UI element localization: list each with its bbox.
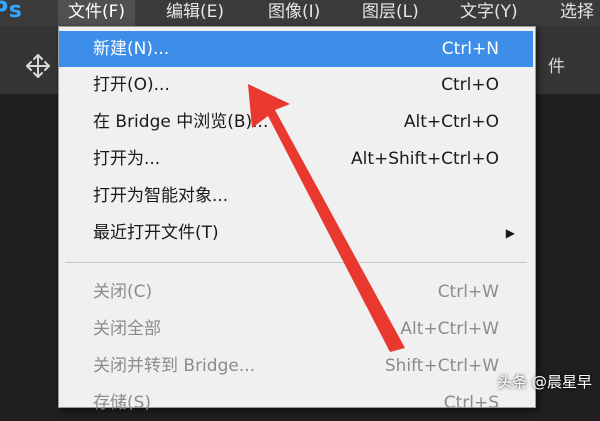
menu-item-label: 最近打开文件(T) [93, 223, 219, 243]
menu-item-label: 打开(O)... [93, 75, 170, 95]
menu-bar: Ps 文件(F) 编辑(E) 图像(I) 图层(L) 文字(Y) 选择 [0, 0, 600, 27]
menu-item-shortcut: Alt+Shift+Ctrl+O [350, 149, 499, 169]
menu-item-close: 关闭(C) Ctrl+W [59, 274, 533, 310]
menu-item-browse-in-bridge[interactable]: 在 Bridge 中浏览(B)... Alt+Ctrl+O [59, 104, 533, 140]
photoshop-logo: Ps [0, 0, 23, 23]
menu-item-shortcut: Alt+Ctrl+O [403, 112, 499, 132]
menu-edit[interactable]: 编辑(E) [166, 0, 224, 26]
menu-item-close-all: 关闭全部 Alt+Ctrl+W [59, 311, 533, 347]
menu-item-open-as[interactable]: 打开为... Alt+Shift+Ctrl+O [59, 141, 533, 177]
menu-select[interactable]: 选择 [560, 0, 594, 26]
menu-item-label: 打开为智能对象... [93, 186, 229, 206]
menu-item-label: 存储(S) [93, 393, 152, 413]
menu-image[interactable]: 图像(I) [268, 0, 320, 26]
menu-item-close-and-go-to-bridge: 关闭并转到 Bridge... Shift+Ctrl+W [59, 348, 533, 384]
menu-item-open-recent[interactable]: 最近打开文件(T) ▶ [59, 215, 533, 251]
menu-item-shortcut: Ctrl+W [437, 282, 499, 302]
menu-item-shortcut: Shift+Ctrl+W [384, 356, 499, 376]
menu-layer[interactable]: 图层(L) [362, 0, 419, 26]
menu-item-label: 在 Bridge 中浏览(B)... [93, 112, 269, 132]
watermark: 头条 @晨星早 [497, 373, 592, 391]
submenu-arrow-icon: ▶ [505, 226, 515, 240]
menu-item-open-as-smart-object[interactable]: 打开为智能对象... [59, 178, 533, 214]
menu-item-label: 关闭并转到 Bridge... [93, 356, 256, 376]
menu-item-shortcut: Ctrl+N [441, 39, 499, 59]
menu-item-shortcut: Ctrl+S [443, 393, 499, 413]
menu-item-label: 关闭全部 [93, 319, 161, 339]
menu-item-open[interactable]: 打开(O)... Ctrl+O [59, 67, 533, 103]
menu-item-shortcut: Ctrl+O [441, 75, 499, 95]
menu-type[interactable]: 文字(Y) [460, 0, 518, 26]
menu-separator [65, 262, 527, 263]
menu-item-label: 打开为... [93, 149, 161, 169]
menu-item-new[interactable]: 新建(N)... Ctrl+N [59, 31, 533, 67]
menu-item-shortcut: Alt+Ctrl+W [400, 319, 499, 339]
move-tool-icon[interactable] [24, 52, 52, 80]
menu-file[interactable]: 文件(F) [58, 0, 136, 26]
menu-item-label: 关闭(C) [93, 282, 153, 302]
menu-item-label: 新建(N)... [93, 39, 170, 59]
options-bar-text: 件 [548, 57, 565, 77]
menu-item-save: 存储(S) Ctrl+S [59, 385, 533, 421]
file-menu-dropdown: 新建(N)... Ctrl+N 打开(O)... Ctrl+O 在 Bridge… [58, 26, 536, 413]
